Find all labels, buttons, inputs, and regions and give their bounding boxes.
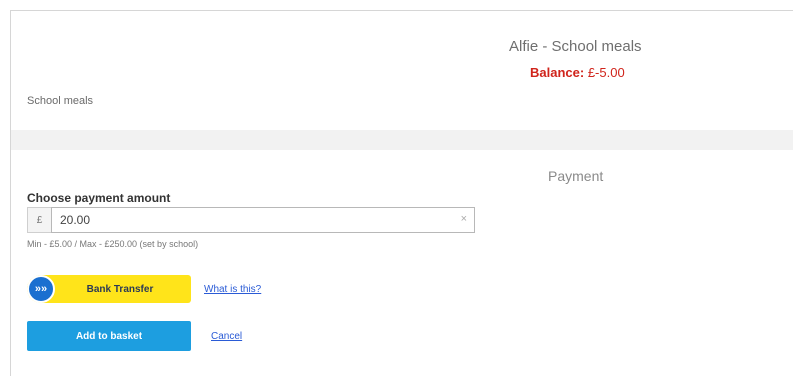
balance-label: Balance: xyxy=(530,65,585,80)
payment-panel: Alfie - School meals Balance: £-5.00 Sch… xyxy=(10,10,793,376)
account-header: Alfie - School meals Balance: £-5.00 Sch… xyxy=(11,11,793,131)
bank-transfer-button[interactable]: »» Bank Transfer xyxy=(27,275,191,303)
balance-value: £-5.00 xyxy=(587,65,625,80)
bank-transfer-icon: »» xyxy=(27,275,55,303)
amount-input[interactable] xyxy=(51,207,475,233)
currency-symbol: £ xyxy=(27,207,51,233)
product-name: School meals xyxy=(27,95,94,107)
account-title: Alfie - School meals xyxy=(509,38,642,55)
what-is-this-link[interactable]: What is this? xyxy=(204,284,261,295)
cancel-link[interactable]: Cancel xyxy=(211,331,242,342)
add-to-basket-button[interactable]: Add to basket xyxy=(27,321,191,351)
clear-icon[interactable]: × xyxy=(461,213,467,225)
section-divider xyxy=(11,130,793,150)
bank-transfer-label: Bank Transfer xyxy=(86,283,154,295)
payment-heading: Payment xyxy=(548,168,604,184)
amount-label: Choose payment amount xyxy=(27,191,171,205)
amount-limits-hint: Min - £5.00 / Max - £250.00 (set by scho… xyxy=(27,239,199,249)
amount-input-group: £ × xyxy=(27,207,475,233)
balance-display: Balance: £-5.00 xyxy=(530,65,625,80)
